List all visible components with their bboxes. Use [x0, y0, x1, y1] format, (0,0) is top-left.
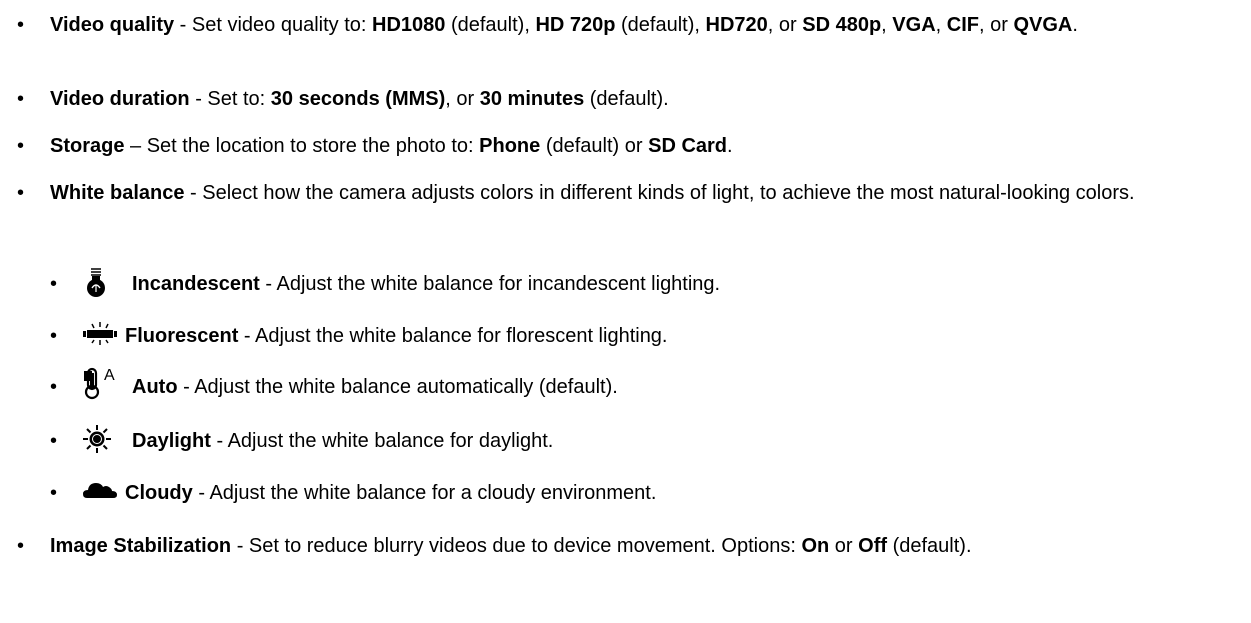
fluorescent-tube-icon [82, 321, 118, 351]
bullet-mark: • [50, 430, 58, 452]
bullet-mark: • [50, 376, 58, 398]
daylight-sun-icon [82, 424, 111, 454]
term-daylight: Daylight [132, 430, 211, 452]
term-auto: Auto [132, 376, 178, 398]
cloudy-cloud-icon [82, 479, 118, 509]
bullet-mark: • [17, 535, 25, 557]
term-image-stabilization: Image Stabilization [50, 535, 232, 557]
bullet-text: Storage – Set the location to store the … [50, 135, 733, 157]
term-white-balance: White balance [50, 182, 185, 204]
term-fluorescent: Fluorescent [125, 325, 239, 347]
bullet-text: Auto - Adjust the white balance automati… [132, 376, 618, 398]
svg-text:A: A [104, 367, 115, 384]
bullet-mark: • [17, 14, 25, 36]
bullet-text: Fluorescent - Adjust the white balance f… [125, 325, 668, 347]
term-cloudy: Cloudy [125, 482, 193, 504]
bullet-text: Video quality - Set video quality to: HD… [50, 14, 1078, 36]
bullet-text: Cloudy - Adjust the white balance for a … [125, 482, 657, 504]
auto-white-balance-icon: A [82, 366, 122, 400]
incandescent-bulb-icon [82, 267, 110, 297]
bullet-mark: • [17, 182, 25, 204]
bullet-mark: • [17, 135, 25, 157]
bullet-text: Video duration - Set to: 30 seconds (MMS… [50, 88, 669, 110]
term-storage: Storage [50, 135, 125, 157]
bullet-mark: • [17, 88, 25, 110]
bullet-mark: • [50, 273, 58, 295]
term-incandescent: Incandescent [132, 273, 260, 295]
bullet-text: Incandescent - Adjust the white balance … [132, 273, 721, 295]
bullet-text: Daylight - Adjust the white balance for … [132, 430, 554, 452]
term-video-quality: Video quality [50, 14, 175, 36]
bullet-text: Image Stabilization - Set to reduce blur… [50, 535, 972, 557]
bullet-mark: • [50, 482, 58, 504]
term-video-duration: Video duration [50, 88, 190, 110]
bullet-mark: • [50, 325, 58, 347]
bullet-text: White balance - Select how the camera ad… [50, 182, 1135, 204]
